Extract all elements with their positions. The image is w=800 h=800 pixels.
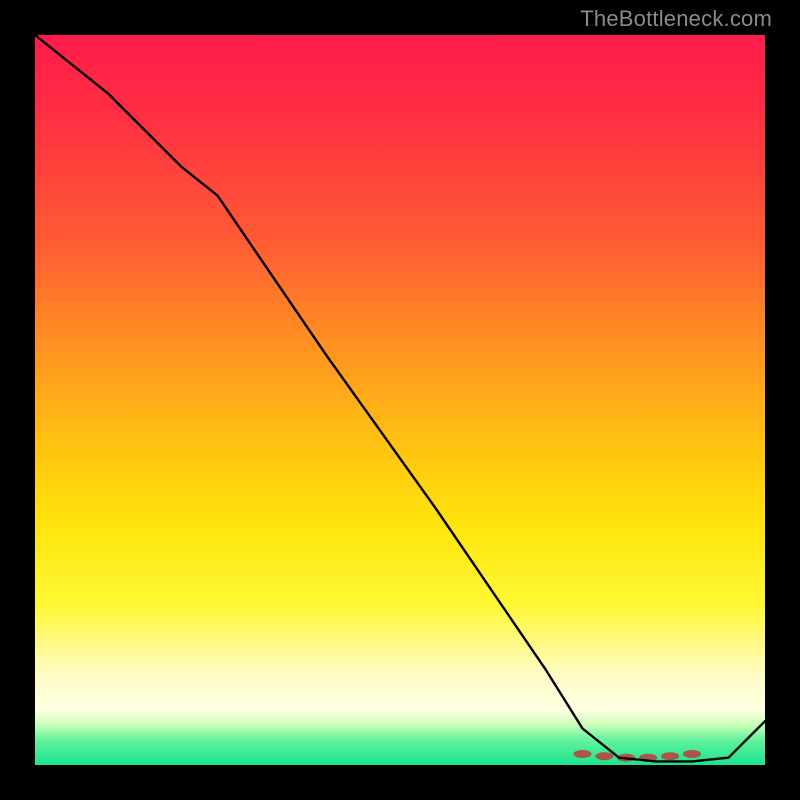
chart-marker bbox=[661, 752, 679, 760]
chart-marker bbox=[574, 750, 592, 758]
chart-marker bbox=[683, 750, 701, 758]
chart-svg bbox=[35, 35, 765, 765]
chart-stage: TheBottleneck.com bbox=[0, 0, 800, 800]
chart-line bbox=[35, 35, 765, 761]
watermark-text: TheBottleneck.com bbox=[580, 6, 772, 32]
plot-area bbox=[35, 35, 765, 765]
chart-marker bbox=[595, 752, 613, 760]
